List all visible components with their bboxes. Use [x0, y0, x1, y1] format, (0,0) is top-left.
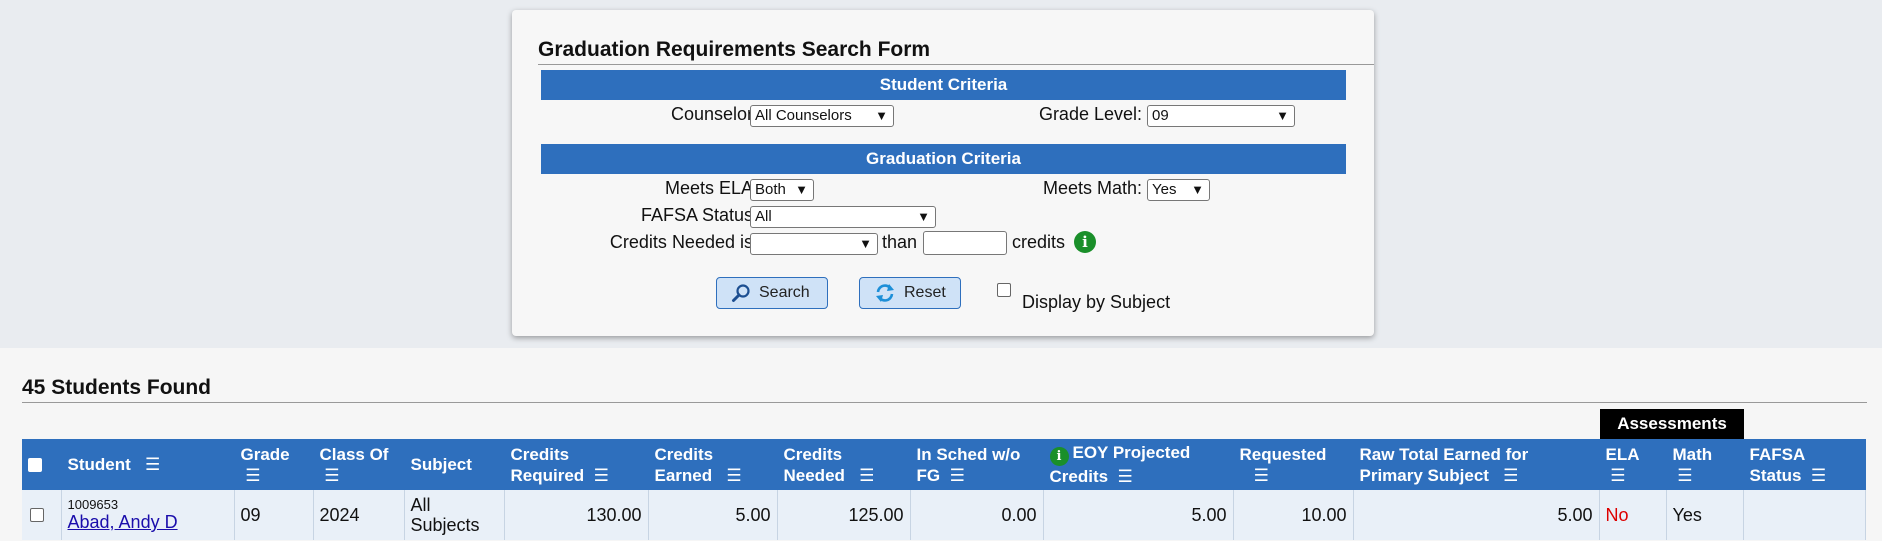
search-button[interactable]: Search [716, 277, 828, 309]
credits-label: credits [1012, 232, 1066, 252]
column-header-fafsa-status[interactable]: FAFSA Status ☰ [1743, 439, 1866, 490]
raw-total-cell: 5.00 [1353, 490, 1600, 540]
column-header-credits-needed[interactable]: Credits Needed ☰ [777, 439, 911, 490]
table-row: 1009653 Abad, Andy D 09 2024 All Subject… [22, 490, 1866, 540]
fafsa-status-label: FAFSA Status: [640, 205, 758, 225]
search-button-label: Search [759, 284, 810, 301]
fafsa-status-cell [1743, 490, 1866, 540]
table-header-row: Student ☰ Grade ☰ Class Of ☰ Subject Cre… [22, 439, 1866, 490]
column-header-subject[interactable]: Subject [404, 439, 505, 490]
column-menu-icon[interactable]: ☰ [1118, 467, 1133, 486]
column-menu-icon[interactable]: ☰ [726, 466, 741, 485]
search-form-card: Graduation Requirements Search Form Stud… [512, 10, 1374, 336]
column-header-credits-required[interactable]: Credits Required ☰ [504, 439, 649, 490]
math-cell: Yes [1666, 490, 1744, 540]
results-section: 45 Students Found Assessments Student ☰ … [0, 348, 1882, 541]
column-header-class-of[interactable]: Class Of ☰ [313, 439, 405, 490]
in-sched-cell: 0.00 [910, 490, 1044, 540]
column-header-eoy-projected[interactable]: i EOY Projected Credits ☰ [1043, 439, 1234, 490]
credits-needed-label: Credits Needed is: [609, 232, 758, 252]
chevron-down-icon: ▼ [859, 236, 872, 251]
fafsa-status-select-value: All [755, 208, 772, 225]
chevron-down-icon: ▼ [795, 182, 808, 197]
meets-math-label: Meets Math: [1042, 178, 1142, 198]
meets-ela-label: Meets ELA: [664, 178, 758, 198]
credits-amount-input[interactable] [923, 231, 1007, 255]
student-name-link[interactable]: Abad, Andy D [68, 512, 178, 532]
column-menu-icon[interactable]: ☰ [1610, 466, 1625, 485]
subject-cell: All Subjects [404, 490, 505, 540]
chevron-down-icon: ▼ [1191, 182, 1204, 197]
column-menu-icon[interactable]: ☰ [1811, 466, 1826, 485]
info-icon[interactable]: i [1049, 447, 1069, 466]
column-header-math[interactable]: Math ☰ [1666, 439, 1744, 490]
column-header-requested[interactable]: Requested ☰ [1233, 439, 1354, 490]
column-header-ela[interactable]: ELA ☰ [1599, 439, 1667, 490]
reset-button-label: Reset [904, 284, 946, 301]
grade-cell: 09 [234, 490, 314, 540]
column-menu-icon[interactable]: ☰ [1254, 466, 1269, 485]
grade-level-select[interactable]: 09 ▼ [1147, 105, 1295, 127]
class-of-cell: 2024 [313, 490, 405, 540]
counselor-select[interactable]: All Counselors ▼ [750, 105, 894, 127]
student-id: 1009653 [67, 497, 119, 512]
display-by-subject-label: Display by Subject [1022, 292, 1171, 312]
ela-cell: No [1599, 490, 1667, 540]
results-title: 45 Students Found [22, 376, 1867, 403]
column-header-grade[interactable]: Grade ☰ [234, 439, 314, 490]
column-menu-icon[interactable]: ☰ [950, 466, 965, 485]
select-all-cell [22, 439, 62, 490]
reset-button[interactable]: Reset [859, 277, 961, 309]
chevron-down-icon: ▼ [1276, 108, 1289, 123]
column-menu-icon[interactable]: ☰ [594, 466, 609, 485]
row-select-checkbox[interactable] [30, 508, 44, 522]
column-header-student[interactable]: Student ☰ [61, 439, 235, 490]
fafsa-status-select[interactable]: All ▼ [750, 206, 936, 228]
credits-required-cell: 130.00 [504, 490, 649, 540]
column-menu-icon[interactable]: ☰ [1677, 466, 1692, 485]
column-menu-icon[interactable]: ☰ [859, 466, 874, 485]
column-header-raw-total[interactable]: Raw Total Earned for Primary Subject ☰ [1353, 439, 1600, 490]
search-icon [732, 284, 750, 302]
column-menu-icon[interactable]: ☰ [1503, 466, 1518, 485]
counselor-label: Counselor: [670, 104, 758, 124]
form-title: Graduation Requirements Search Form [538, 38, 1374, 65]
than-label: than [882, 232, 918, 252]
grade-level-label: Grade Level: [1038, 104, 1142, 124]
column-menu-icon[interactable]: ☰ [324, 466, 339, 485]
column-menu-icon[interactable]: ☰ [245, 466, 260, 485]
eoy-projected-cell: 5.00 [1043, 490, 1234, 540]
credits-earned-cell: 5.00 [648, 490, 778, 540]
meets-math-select-value: Yes [1152, 181, 1177, 198]
student-criteria-header: Student Criteria [541, 70, 1346, 100]
meets-ela-select-value: Both [755, 181, 786, 198]
graduation-criteria-header: Graduation Criteria [541, 144, 1346, 174]
meets-math-select[interactable]: Yes ▼ [1147, 179, 1210, 201]
column-menu-icon[interactable]: ☰ [145, 455, 160, 474]
chevron-down-icon: ▼ [875, 108, 888, 123]
students-table: Student ☰ Grade ☰ Class Of ☰ Subject Cre… [22, 439, 1866, 540]
meets-ela-select[interactable]: Both ▼ [750, 179, 814, 201]
requested-cell: 10.00 [1233, 490, 1354, 540]
counselor-select-value: All Counselors [755, 107, 852, 124]
credits-needed-select[interactable]: ▼ [750, 233, 878, 255]
row-select-cell [22, 490, 62, 540]
grade-level-select-value: 09 [1152, 107, 1169, 124]
assessments-header: Assessments [1600, 409, 1744, 439]
credits-needed-cell: 125.00 [777, 490, 911, 540]
student-cell: 1009653 Abad, Andy D [61, 490, 235, 540]
chevron-down-icon: ▼ [917, 209, 930, 224]
select-all-checkbox[interactable] [28, 457, 42, 472]
column-header-in-sched[interactable]: In Sched w/o FG ☰ [910, 439, 1044, 490]
display-by-subject-checkbox[interactable] [997, 283, 1011, 297]
column-header-credits-earned[interactable]: Credits Earned ☰ [648, 439, 778, 490]
refresh-icon [876, 284, 894, 302]
info-icon[interactable]: i [1074, 231, 1096, 253]
